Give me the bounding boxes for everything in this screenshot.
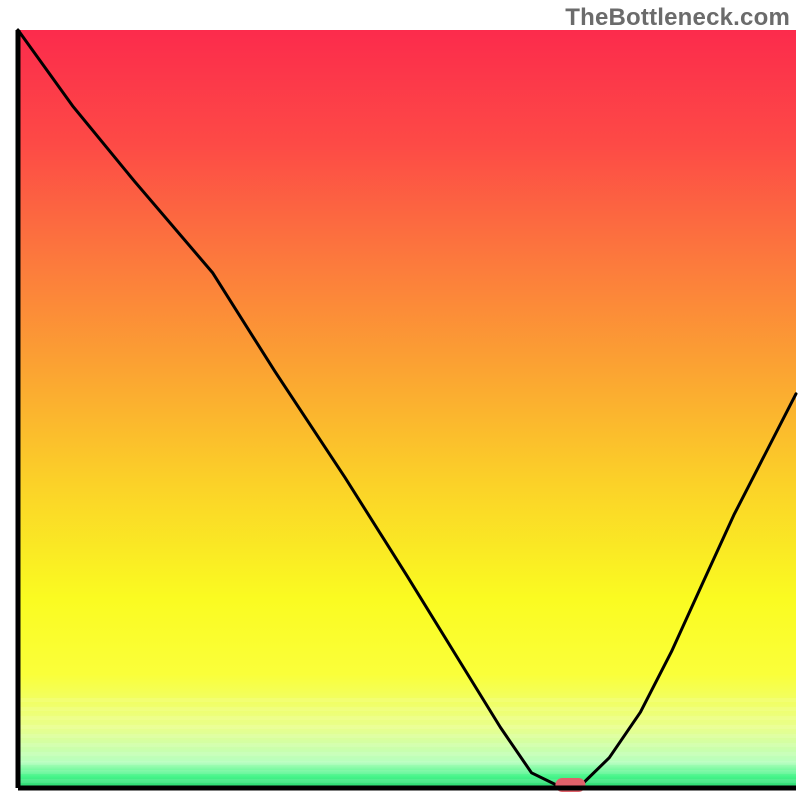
watermark-label: TheBottleneck.com: [565, 4, 790, 32]
band-stripe: [18, 698, 796, 702]
band-stripe: [18, 725, 796, 729]
band-stripe: [18, 707, 796, 711]
band-stripe: [18, 752, 796, 756]
chart-background: [18, 30, 796, 788]
chart-container: TheBottleneck.com: [0, 0, 800, 800]
band-stripe: [18, 770, 796, 774]
band-stripe: [18, 779, 796, 783]
band-stripe: [18, 743, 796, 747]
bottleneck-chart: [0, 0, 800, 800]
band-stripe: [18, 761, 796, 765]
band-stripe: [18, 734, 796, 738]
band-stripe: [18, 716, 796, 720]
